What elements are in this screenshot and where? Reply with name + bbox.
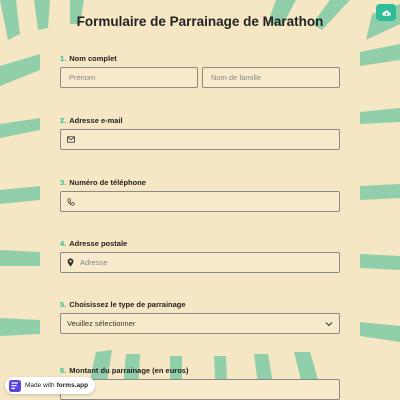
question-number: 6. [60, 366, 67, 375]
cloud-save-button[interactable] [376, 4, 396, 21]
form-title: Formulaire de Parrainage de Marathon [76, 14, 324, 29]
form-page: Formulaire de Parrainage de Marathon 1. N… [0, 0, 400, 400]
email-input[interactable] [60, 129, 340, 150]
question-number: 3. [60, 178, 67, 187]
made-with-badge[interactable]: Made with forms.app [5, 377, 96, 394]
envelope-icon [67, 136, 75, 143]
phone-input[interactable] [60, 191, 340, 212]
question-number: 2. [60, 116, 67, 125]
question-email: 2. Adresse e-mail [60, 115, 340, 150]
address-placeholder: Adresse [80, 258, 108, 267]
question-sponsorship-type: 5. Choisissez le type de parrainage Veuil… [60, 299, 340, 334]
question-number: 5. [60, 300, 67, 309]
phone-icon [67, 197, 75, 206]
question-phone: 3. Numéro de téléphone [60, 177, 340, 212]
question-full-name: 1. Nom complet Prénom Nom de famille [60, 53, 340, 88]
question-text: Numéro de téléphone [69, 178, 146, 187]
forms-app-logo-icon [9, 379, 21, 392]
question-address: 4. Adresse postale Adresse [60, 238, 340, 273]
question-label: 6. Montant du parrainage (en euros) [60, 365, 340, 377]
question-text: Adresse postale [69, 239, 128, 248]
last-name-placeholder: Nom de famille [211, 73, 262, 82]
sponsorship-type-select[interactable]: Veuillez sélectionner [60, 313, 340, 334]
question-label: 4. Adresse postale [60, 238, 340, 250]
made-with-brand: forms.app [56, 382, 89, 389]
sponsorship-amount-input[interactable] [60, 379, 340, 400]
question-label: 3. Numéro de téléphone [60, 177, 340, 189]
question-label: 1. Nom complet [60, 53, 340, 65]
address-input[interactable]: Adresse [60, 252, 340, 273]
question-text: Montant du parrainage (en euros) [69, 366, 189, 375]
question-label: 5. Choisissez le type de parrainage [60, 299, 340, 311]
chevron-down-icon [325, 321, 333, 327]
cloud-save-icon [381, 4, 391, 22]
question-text: Adresse e-mail [69, 116, 123, 125]
question-text: Choisissez le type de parrainage [69, 300, 186, 309]
last-name-input[interactable]: Nom de famille [202, 67, 340, 88]
location-pin-icon [67, 258, 74, 267]
question-label: 2. Adresse e-mail [60, 115, 340, 127]
select-value: Veuillez sélectionner [67, 319, 136, 328]
first-name-placeholder: Prénom [69, 73, 96, 82]
question-number: 4. [60, 239, 67, 248]
question-sponsorship-amount: 6. Montant du parrainage (en euros) [60, 365, 340, 400]
question-number: 1. [60, 54, 67, 63]
question-text: Nom complet [69, 54, 117, 63]
made-with-text: Made with [25, 382, 55, 389]
first-name-input[interactable]: Prénom [60, 67, 198, 88]
